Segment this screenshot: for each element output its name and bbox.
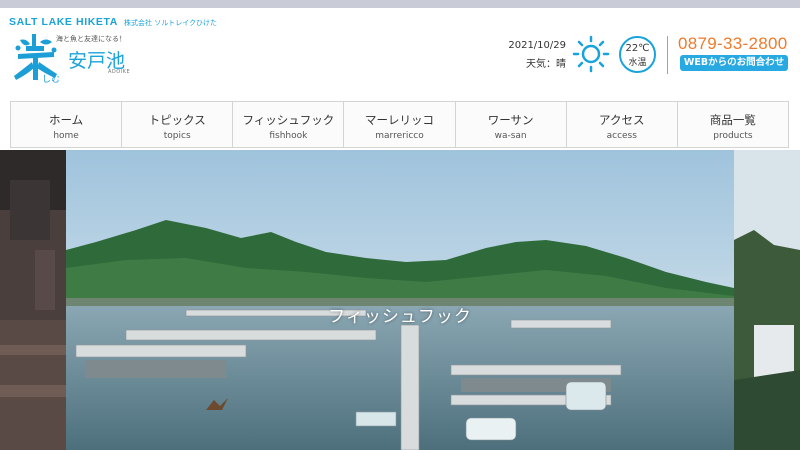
nav-label-en: wa-san <box>494 131 527 141</box>
weather-condition: 天気：晴 <box>526 59 566 70</box>
nav-label-en: access <box>606 131 637 141</box>
nav-item-home[interactable]: ホーム home <box>11 102 123 147</box>
nav-label-jp: フィッシュフック <box>242 113 335 127</box>
main-nav: ホーム home トピックス topics フィッシュフック fishhook … <box>10 101 789 148</box>
hero-image-fishing-raft <box>66 150 734 450</box>
nav-label-en: fishhook <box>269 131 308 141</box>
nav-label-jp: マーレリッコ <box>364 113 434 127</box>
nav-label-jp: トピックス <box>148 113 206 127</box>
nav-item-fishhook[interactable]: フィッシュフック fishhook <box>233 102 345 147</box>
previous-slide-preview[interactable] <box>0 150 66 450</box>
nav-label-jp: アクセス <box>599 113 645 127</box>
logo-tagline: 海と魚と友達になる！ <box>56 35 126 43</box>
brand-header: SALT LAKE HIKETA 株式会社 ソルトレイクひけた <box>9 16 217 28</box>
nav-label-jp: 商品一覧 <box>709 113 756 127</box>
water-temperature-value: 22℃ <box>625 43 650 54</box>
water-temperature-label: 水温 <box>628 58 647 68</box>
svg-text:しむ: しむ <box>42 74 60 84</box>
logo-roman: ADOIKE <box>108 69 131 75</box>
nav-item-access[interactable]: アクセス access <box>567 102 678 147</box>
brand-name-en: SALT LAKE HIKETA <box>9 16 118 28</box>
site-logo[interactable]: しむ 海と魚と友達になる！ 安戸池 ADOIKE <box>12 30 132 86</box>
web-contact-button[interactable]: WEBからのお問合わせ <box>680 55 788 71</box>
weather-date: 2021/10/29 <box>508 40 566 51</box>
next-slide-preview[interactable] <box>734 150 800 450</box>
nav-label-en: home <box>53 131 79 141</box>
raku-calligraphy-logo-icon: しむ <box>14 34 60 84</box>
header-divider <box>667 36 668 74</box>
nav-label-en: products <box>713 131 753 141</box>
hero-slider: フィッシュフック <box>0 150 800 450</box>
nav-label-jp: ワーサン <box>487 113 534 127</box>
sun-icon <box>572 35 610 73</box>
nav-item-wa-san[interactable]: ワーサン wa-san <box>456 102 567 147</box>
nav-item-products[interactable]: 商品一覧 products <box>678 102 788 147</box>
nav-item-marrericco[interactable]: マーレリッコ marrericco <box>344 102 456 147</box>
nav-item-topics[interactable]: トピックス topics <box>122 102 234 147</box>
nav-label-jp: ホーム <box>48 113 84 127</box>
phone-number[interactable]: 0879-33-2800 <box>678 34 787 54</box>
nav-label-en: topics <box>163 131 191 141</box>
company-name: 株式会社 ソルトレイクひけた <box>123 19 218 27</box>
nav-label-en: marrericco <box>375 131 424 141</box>
browser-top-strip <box>0 0 800 8</box>
hero-caption: フィッシュフック <box>328 307 472 327</box>
water-temperature-badge: 22℃ 水温 <box>619 36 656 73</box>
